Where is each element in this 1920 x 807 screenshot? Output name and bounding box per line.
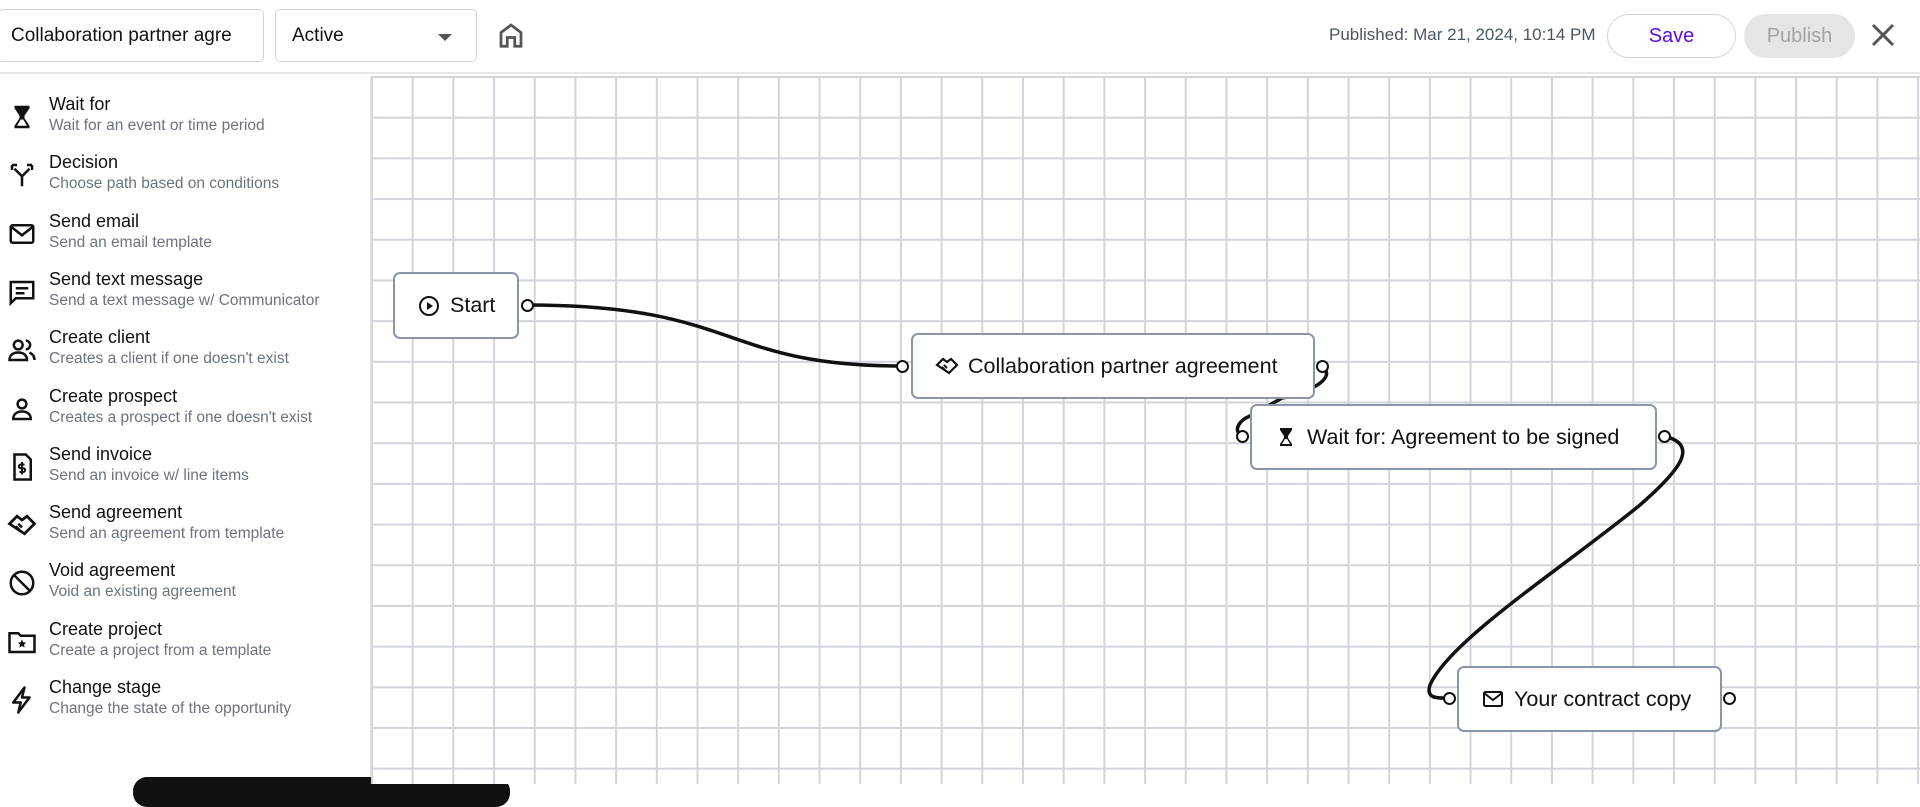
split-arrows-icon [10, 164, 34, 187]
palette-item-void-agreement[interactable]: Void agreement Void an existing agreemen… [0, 560, 371, 616]
hourglass-icon [14, 105, 30, 129]
status-value: Active [292, 24, 344, 46]
envelope-icon [1483, 691, 1503, 707]
invoice-icon [13, 453, 32, 481]
palette-item-title: Decision [49, 152, 119, 173]
palette-item-title: Send invoice [49, 443, 153, 464]
input-port[interactable] [1235, 429, 1249, 443]
palette-item-subtitle: Wait for an event or time period [49, 117, 265, 134]
workflow-node[interactable]: Collaboration partner agreement [911, 333, 1315, 399]
play-circle-icon [419, 295, 439, 316]
workflow-node[interactable]: Wait for: Agreement to be signed [1250, 404, 1657, 470]
palette-item-subtitle: Send a text message w/ Communicator [49, 291, 320, 309]
node-label: Your contract copy [1514, 686, 1692, 711]
status-dropdown[interactable]: Active [275, 9, 477, 62]
output-port[interactable] [1722, 691, 1736, 705]
output-port[interactable] [1315, 359, 1329, 373]
input-port[interactable] [895, 359, 909, 373]
folder-star-icon [8, 631, 36, 653]
workflow-node[interactable]: Your contract copy [1457, 666, 1722, 732]
output-port[interactable] [520, 298, 534, 312]
input-port[interactable] [1442, 691, 1456, 705]
handshake-icon [935, 357, 959, 375]
node-label: Wait for: Agreement to be signed [1307, 424, 1620, 449]
palette-item-title: Wait for [49, 94, 111, 114]
palette-item-decision[interactable]: Decision Choose path based on conditions [0, 152, 371, 208]
palette-item-title: Send agreement [49, 502, 183, 523]
close-icon[interactable] [1868, 20, 1898, 50]
workflow-node[interactable]: Start [393, 272, 519, 339]
top-bar: Active Published: Mar 21, 2024, 10:14 PM… [0, 0, 1920, 74]
palette-item-send-text-message[interactable]: Send text message Send a text message w/… [0, 269, 371, 325]
palette-item-create-prospect[interactable]: Create prospect Creates a prospect if on… [0, 386, 371, 442]
palette-item-subtitle: Send an invoice w/ line items [49, 466, 249, 484]
palette-item-subtitle: Choose path based on conditions [49, 175, 280, 193]
palette-item-wait-for[interactable]: Wait for Wait for an event or time perio… [0, 94, 371, 150]
palette-item-send-email[interactable]: Send email Send an email template [0, 211, 371, 267]
message-icon [9, 280, 35, 307]
palette-item-title: Create prospect [49, 385, 178, 406]
palette-item-subtitle: Creates a client if one doesn't exist [49, 350, 289, 368]
node-label: Start [450, 293, 496, 317]
palette-item-title: Send text message [49, 268, 204, 289]
output-port[interactable] [1657, 429, 1671, 443]
palette-item-create-client[interactable]: Create client Creates a client if one do… [0, 327, 371, 383]
palette-item-subtitle: Void an existing agreement [49, 583, 236, 601]
palette-item-title: Change stage [49, 677, 162, 697]
action-palette: Wait for Wait for an event or time perio… [0, 76, 371, 784]
palette-item-subtitle: Creates a prospect if one doesn't exist [49, 408, 313, 426]
palette-item-title: Create client [49, 327, 151, 348]
publish-button[interactable]: Publish [1744, 14, 1855, 58]
workflow-title-input[interactable] [0, 9, 264, 62]
published-timestamp: Published: Mar 21, 2024, 10:14 PM [1329, 25, 1596, 44]
palette-item-subtitle: Create a project from a template [49, 641, 272, 659]
palette-item-subtitle: Change the state of the opportunity [49, 700, 292, 717]
palette-item-title: Create project [49, 618, 163, 639]
home-icon[interactable] [496, 20, 526, 50]
handshake-icon [7, 514, 37, 536]
lightning-icon [12, 686, 31, 714]
node-label: Collaboration partner agreement [968, 353, 1278, 378]
save-button[interactable]: Save [1607, 14, 1736, 58]
ban-icon [9, 570, 35, 596]
palette-item-send-invoice[interactable]: Send invoice Send an invoice w/ line ite… [0, 444, 371, 500]
palette-item-title: Void agreement [49, 560, 176, 581]
palette-item-subtitle: Send an email template [49, 233, 212, 251]
palette-item-subtitle: Send an agreement from template [49, 525, 285, 543]
user-icon [11, 397, 33, 420]
hourglass-icon [1280, 428, 1292, 446]
users-icon [8, 339, 36, 362]
palette-item-title: Send email [49, 210, 140, 231]
envelope-icon [9, 223, 35, 244]
palette-item-change-stage[interactable]: Change stage Change the state of the opp… [0, 677, 371, 733]
palette-item-send-agreement[interactable]: Send agreement Send an agreement from te… [0, 502, 371, 558]
chevron-down-icon [438, 34, 452, 41]
palette-item-create-project[interactable]: Create project Create a project from a t… [0, 619, 371, 675]
